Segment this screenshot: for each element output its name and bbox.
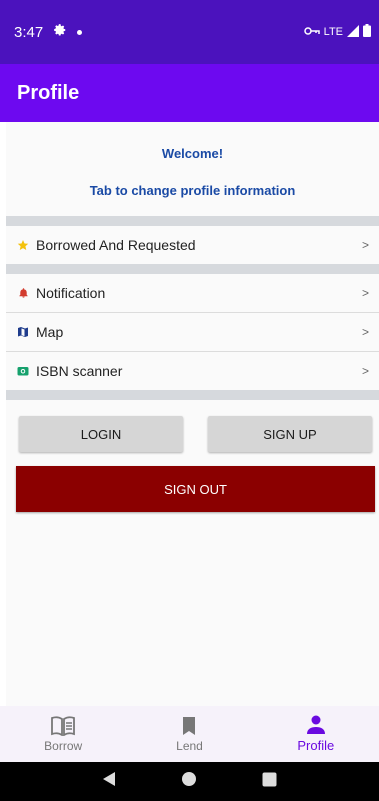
status-bar: 3:47 LTE bbox=[0, 0, 379, 64]
profile-header[interactable]: Welcome! Tab to change profile informati… bbox=[6, 122, 379, 216]
chevron-right-icon: > bbox=[361, 325, 369, 339]
nav-item-label: Borrow bbox=[44, 738, 83, 753]
chevron-right-icon: > bbox=[361, 238, 369, 252]
change-profile-link[interactable]: Tab to change profile information bbox=[90, 183, 296, 198]
star-icon bbox=[16, 238, 30, 252]
notification-dot-icon bbox=[77, 29, 83, 35]
system-navigation-bar bbox=[0, 762, 379, 801]
welcome-text: Welcome! bbox=[161, 146, 224, 161]
page-title: Profile bbox=[17, 81, 80, 104]
menu-item-isbn-scanner[interactable]: ISBN scanner > bbox=[6, 352, 379, 390]
section-divider bbox=[6, 390, 379, 400]
menu-item-label: ISBN scanner bbox=[36, 363, 123, 379]
app-bar: Profile bbox=[0, 64, 379, 122]
bell-icon bbox=[16, 286, 30, 300]
home-icon[interactable] bbox=[181, 771, 197, 792]
map-icon bbox=[16, 325, 30, 339]
nav-item-lend[interactable]: Lend bbox=[126, 706, 252, 762]
signal-icon bbox=[347, 24, 359, 40]
person-icon bbox=[306, 715, 325, 734]
status-time: 3:47 bbox=[14, 23, 44, 41]
network-type: LTE bbox=[323, 26, 343, 38]
menu-item-label: Map bbox=[36, 324, 64, 340]
menu-item-map[interactable]: Map > bbox=[6, 313, 379, 351]
back-icon[interactable] bbox=[102, 771, 116, 792]
signup-button[interactable]: SIGN UP bbox=[208, 416, 372, 452]
signout-button[interactable]: SIGN OUT bbox=[16, 466, 375, 512]
camera-icon bbox=[16, 364, 30, 378]
nav-item-label: Lend bbox=[176, 738, 203, 753]
login-button[interactable]: LOGIN bbox=[19, 416, 183, 452]
menu-item-label: Notification bbox=[36, 285, 106, 301]
bottom-navigation: Borrow Lend Profile bbox=[0, 706, 379, 762]
nav-item-label: Profile bbox=[297, 738, 335, 753]
recents-icon[interactable] bbox=[262, 772, 277, 792]
chevron-right-icon: > bbox=[361, 364, 369, 378]
menu-item-label: Borrowed And Requested bbox=[36, 237, 196, 253]
bookmark-icon bbox=[183, 716, 196, 735]
battery-icon bbox=[363, 24, 371, 40]
section-divider bbox=[6, 216, 379, 226]
book-icon bbox=[51, 715, 76, 736]
menu-item-notification[interactable]: Notification > bbox=[6, 274, 379, 312]
menu-item-borrowed-requested[interactable]: Borrowed And Requested > bbox=[6, 226, 379, 264]
nav-item-borrow[interactable]: Borrow bbox=[0, 706, 126, 762]
nav-item-profile[interactable]: Profile bbox=[253, 706, 379, 762]
vpn-key-icon bbox=[303, 26, 320, 39]
section-divider bbox=[6, 264, 379, 274]
profile-content: Welcome! Tab to change profile informati… bbox=[6, 122, 379, 706]
gear-icon bbox=[53, 23, 67, 41]
auth-buttons: LOGIN SIGN UP SIGN OUT bbox=[6, 404, 379, 512]
chevron-right-icon: > bbox=[361, 286, 369, 300]
